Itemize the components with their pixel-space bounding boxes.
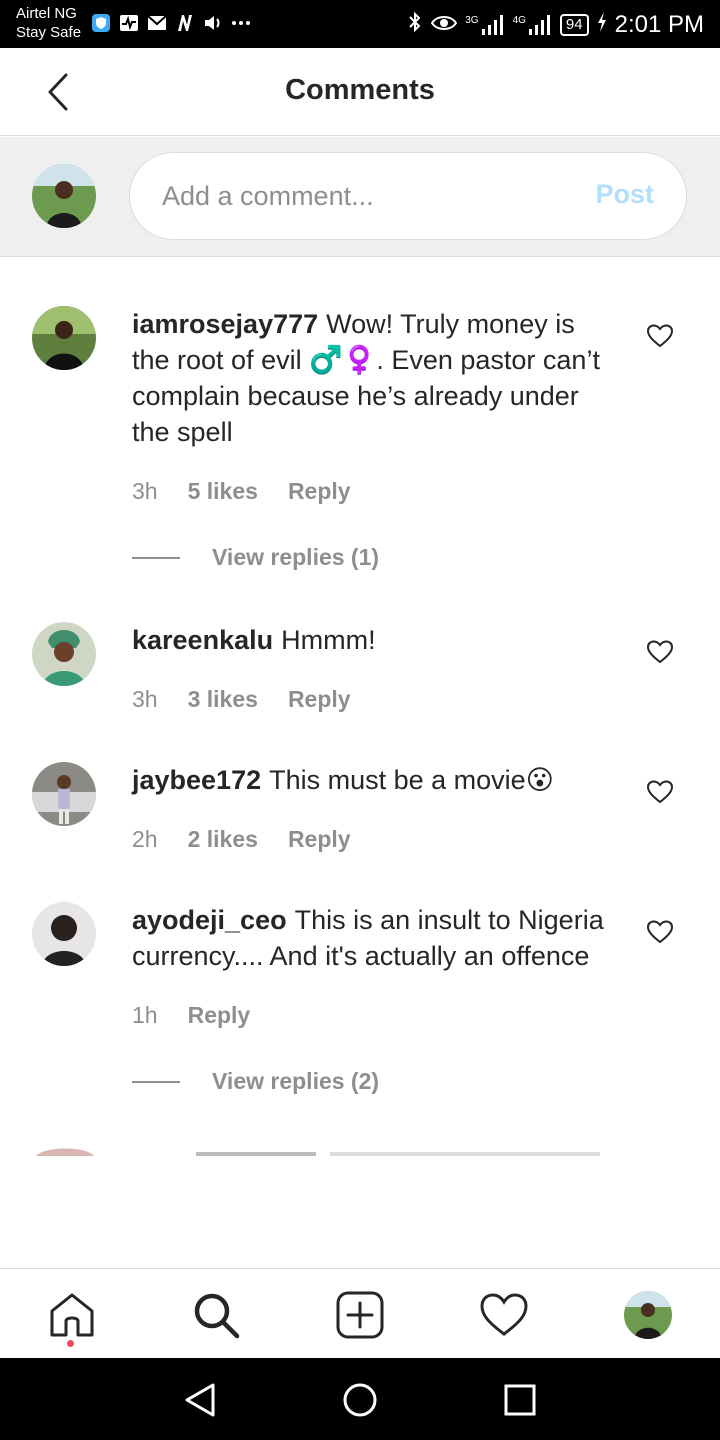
system-status: 3G 4G 94 2:01 PM xyxy=(407,10,704,40)
comment-likes[interactable]: 5 likes xyxy=(188,478,258,505)
heart-outline-icon xyxy=(647,920,673,944)
comment-likes[interactable]: 3 likes xyxy=(188,686,258,713)
system-recents-button[interactable] xyxy=(498,1378,542,1422)
pulse-icon xyxy=(118,12,140,34)
nav-profile[interactable] xyxy=(622,1289,674,1341)
heart-icon xyxy=(480,1293,528,1336)
comment-likes[interactable]: 2 likes xyxy=(188,826,258,853)
next-comment-clipped xyxy=(0,1146,720,1156)
view-replies-label: View replies (1) xyxy=(212,544,380,570)
current-user-avatar[interactable] xyxy=(32,164,96,228)
bottom-navigation xyxy=(0,1268,720,1358)
search-icon xyxy=(194,1293,240,1339)
view-replies-button[interactable]: View replies (2) xyxy=(132,1068,379,1095)
comment-message: This must be a movie😮 xyxy=(269,765,554,795)
comment-input[interactable] xyxy=(162,153,562,239)
system-home-button[interactable] xyxy=(338,1378,382,1422)
bluetooth-icon xyxy=(407,10,423,40)
comment-time: 3h xyxy=(132,478,158,504)
comment-username[interactable]: ayodeji_ceo xyxy=(132,905,287,935)
comment-username[interactable]: jaybee172 xyxy=(132,765,261,795)
comment-text: ayodeji_ceo This is an insult to Nigeria … xyxy=(132,902,612,974)
triangle-back-icon xyxy=(185,1383,215,1417)
nav-home[interactable] xyxy=(46,1289,98,1341)
commenter-avatar[interactable] xyxy=(32,622,96,686)
system-back-button[interactable] xyxy=(178,1378,222,1422)
volume-icon xyxy=(202,12,224,34)
comment-text: kareenkalu Hmmm! xyxy=(132,622,612,658)
charging-icon xyxy=(597,12,607,38)
comment-meta: 2h 2 likes Reply xyxy=(132,826,351,853)
heart-outline-icon xyxy=(647,324,673,348)
like-button[interactable] xyxy=(644,916,676,948)
carrier-name: Airtel NG xyxy=(16,5,77,22)
comment-text: jaybee172 This must be a movie😮 xyxy=(132,762,612,798)
shield-icon xyxy=(90,12,112,34)
comment-time: 1h xyxy=(132,1002,158,1028)
comment-username[interactable]: iamrosejay777 xyxy=(132,309,318,339)
app-n-icon xyxy=(174,12,196,34)
comment-composer: Post xyxy=(0,137,720,257)
plus-square-icon xyxy=(336,1291,384,1339)
comment-input-box[interactable]: Post xyxy=(129,152,687,240)
commenter-avatar[interactable] xyxy=(32,306,96,370)
reply-button[interactable]: Reply xyxy=(188,1002,251,1029)
like-button[interactable] xyxy=(644,320,676,352)
more-dots-icon xyxy=(230,12,252,34)
comment-meta: 3h 3 likes Reply xyxy=(132,686,351,713)
carrier-subtitle: Stay Safe xyxy=(16,24,82,41)
battery-level: 94 xyxy=(559,14,589,36)
post-button[interactable]: Post xyxy=(595,179,654,210)
heart-outline-icon xyxy=(647,640,673,664)
carrier-label: Airtel NG Stay Safe xyxy=(16,4,81,42)
notification-icons xyxy=(90,12,252,34)
commenter-avatar[interactable] xyxy=(32,762,96,826)
reply-button[interactable]: Reply xyxy=(288,478,351,505)
comment-meta: 3h 5 likes Reply xyxy=(132,478,351,505)
reply-button[interactable]: Reply xyxy=(288,826,351,853)
like-button[interactable] xyxy=(644,636,676,668)
clock: 2:01 PM xyxy=(614,11,704,38)
circle-home-icon xyxy=(343,1383,377,1417)
comment-text: iamrosejay777 Wow! Truly money is the roo… xyxy=(132,306,612,450)
home-icon xyxy=(50,1293,94,1337)
signal-3g-icon: 3G xyxy=(465,15,504,35)
like-button[interactable] xyxy=(644,776,676,808)
nav-create[interactable] xyxy=(334,1289,386,1341)
commenter-avatar[interactable] xyxy=(32,902,96,966)
comment-time: 3h xyxy=(132,686,158,712)
profile-avatar xyxy=(624,1291,672,1339)
divider xyxy=(132,556,180,559)
eye-icon xyxy=(431,12,458,38)
notification-dot xyxy=(67,1340,74,1347)
view-replies-button[interactable]: View replies (1) xyxy=(132,544,379,571)
comment-meta: 1h Reply xyxy=(132,1002,250,1029)
comments-header: Comments xyxy=(0,48,720,136)
heart-outline-icon xyxy=(647,780,673,804)
square-recents-icon xyxy=(504,1384,536,1416)
comment-username[interactable]: kareenkalu xyxy=(132,625,273,655)
nav-activity[interactable] xyxy=(478,1289,530,1341)
page-title: Comments xyxy=(285,74,435,106)
comment-time: 2h xyxy=(132,826,158,852)
reply-button[interactable]: Reply xyxy=(288,686,351,713)
divider xyxy=(132,1080,180,1083)
mail-icon xyxy=(146,12,168,34)
system-navigation-bar xyxy=(0,1358,720,1440)
status-bar: Airtel NG Stay Safe 3G 4G 94 2:01 PM xyxy=(0,0,720,48)
signal-4g-icon: 4G xyxy=(513,15,552,35)
commenter-avatar xyxy=(36,1148,600,1156)
view-replies-label: View replies (2) xyxy=(212,1068,380,1094)
comment-message: Hmmm! xyxy=(281,625,376,655)
nav-search[interactable] xyxy=(190,1289,242,1341)
